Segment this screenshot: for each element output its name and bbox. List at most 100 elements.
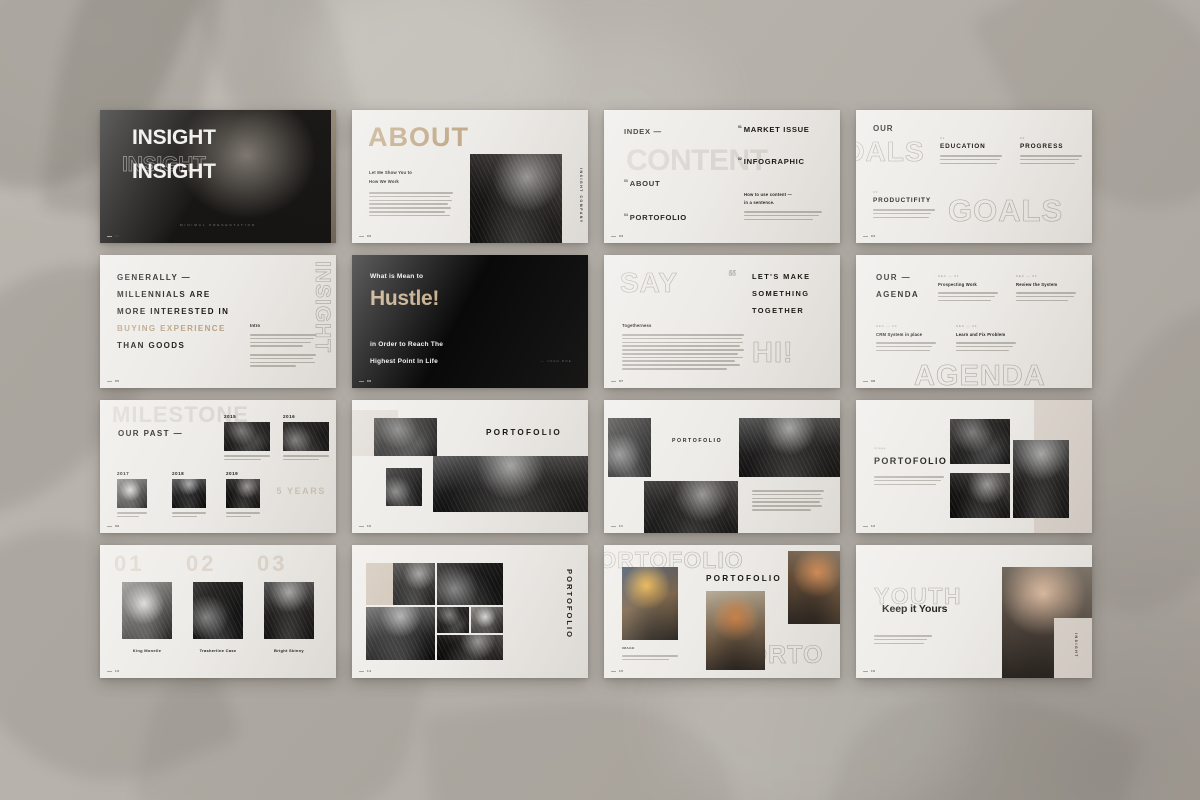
goals-item-body: [873, 209, 935, 219]
slide-goals[interactable]: GOALS GOALS OUR 01 EDUCATION 02 PROGRESS…: [856, 110, 1092, 243]
hustle-tail-line-2: Highest Point In Life: [370, 358, 438, 365]
goals-item-1[interactable]: 01 EDUCATION: [940, 136, 1002, 165]
sayhi-headline-1: LET'S MAKE: [752, 272, 811, 281]
closing-body-text: [874, 635, 932, 645]
portfolio1-photo-top: [374, 418, 437, 456]
sayhi-headline-3: TOGETHER: [752, 306, 805, 315]
hustle-headline: Hustle!: [370, 287, 440, 310]
agenda-heading-line-2: AGENDA: [876, 290, 920, 299]
milestone-entry-2019[interactable]: 2019: [226, 471, 260, 518]
about-vertical-label: INSIGHT COMPANY: [579, 168, 583, 224]
agenda-item-title: CRM System in place: [876, 332, 923, 337]
about-subtitle-line-2: How We Work: [369, 179, 399, 184]
index-item-label: PORTOFOLIO: [629, 213, 687, 222]
slide-say-hi[interactable]: SAY HI! “ LET'S MAKE SOMETHING TOGETHER …: [604, 255, 840, 388]
hustle-credit: — JOHN DOE: [540, 359, 572, 363]
index-item-4[interactable]: 04 PORTOFOLIO: [624, 213, 687, 222]
slide-portfolio-5[interactable]: PORTOFOLIO PORTO PORTOFOLIO IMAGE 15: [604, 545, 840, 678]
agenda-item-title: Prospecting Work: [938, 282, 977, 287]
milestone-entry-2015[interactable]: 2015: [224, 414, 270, 461]
team-member-name: Trasherline Case: [199, 648, 237, 653]
slide-about[interactable]: ABOUT Let Me Show You to How We Work INS…: [352, 110, 588, 243]
agenda-item-title: Learn and Fix Problem: [956, 332, 1006, 337]
portfolio4-photo-a: [393, 563, 435, 605]
index-note-line-2: in a sentence.: [744, 200, 775, 205]
agenda-item-4[interactable]: SEC — 04 Learn and Fix Problem: [956, 324, 1016, 352]
agenda-item-1[interactable]: SEC — 01 Prospecting Work: [938, 274, 998, 302]
portfolio2-photo-left: [608, 418, 651, 477]
goals-item-body: [1020, 155, 1082, 165]
page-indicator: 06: [359, 379, 372, 383]
page-indicator: 05: [107, 379, 120, 383]
index-item-label: INFOGRAPHIC: [743, 157, 805, 166]
slide-team[interactable]: 01 02 03 King Monelle Trasherline Case B…: [100, 545, 336, 678]
agenda-item-body: [1016, 292, 1076, 302]
milestone-entry-2016[interactable]: 2016: [283, 414, 329, 461]
slide-portfolio-2[interactable]: PORTOFOLIO 11: [604, 400, 840, 533]
slide-statement[interactable]: INSIGHT GENERALLY — MILLENNIALS ARE MORE…: [100, 255, 336, 388]
milestone-photo: [117, 479, 147, 508]
slide-index[interactable]: CONTENT INDEX — 01 MARKET ISSUE 02 INFOG…: [604, 110, 840, 243]
page-indicator: 08: [863, 379, 876, 383]
team-photo: [264, 582, 314, 639]
goals-ghost-word-left: GOALS: [856, 136, 925, 168]
milestone-caption: [283, 455, 329, 461]
statement-side-body-a: [250, 334, 316, 347]
portfolio4-vertical-heading: PORTOFOLIO: [565, 569, 574, 640]
team-member-3[interactable]: Bright Skinny: [264, 582, 314, 653]
slide-milestone[interactable]: MILESTONE OUR PAST — 2015 2016 2017 2018: [100, 400, 336, 533]
portfolio2-photo-right: [739, 418, 840, 477]
agenda-item-body: [876, 342, 936, 352]
page-indicator: 16: [863, 669, 876, 673]
slide-portfolio-3[interactable]: image PORTOFOLIO 12: [856, 400, 1092, 533]
agenda-item-2[interactable]: SEC — 02 Review the System: [1016, 274, 1076, 302]
milestone-entry-2018[interactable]: 2018: [172, 471, 206, 518]
team-number-3: 03: [257, 551, 288, 576]
goals-item-3[interactable]: 03 PRODUCTIFITY: [873, 190, 935, 219]
milestone-year: 2015: [224, 414, 237, 419]
index-item-1[interactable]: 01 MARKET ISSUE: [738, 125, 810, 134]
portfolio3-photo-tall: [1013, 440, 1069, 518]
goals-item-2[interactable]: 02 PROGRESS: [1020, 136, 1082, 165]
cover-title-line-1: INSIGHT: [132, 126, 216, 149]
portfolio4-tint-block: [366, 563, 393, 605]
goals-heading: OUR: [873, 124, 894, 133]
milestone-photo: [283, 422, 329, 451]
milestone-year: 2016: [283, 414, 296, 419]
index-note-body: [744, 211, 822, 221]
page-indicator: 03: [611, 234, 624, 238]
about-photo: [470, 154, 562, 243]
slide-portfolio-4[interactable]: PORTOFOLIO 14: [352, 545, 588, 678]
slide-hustle[interactable]: What is Mean to Hustle! in Order to Reac…: [352, 255, 588, 388]
milestone-entry-2017[interactable]: 2017: [117, 471, 147, 518]
portfolio3-label: image: [874, 446, 887, 450]
statement-line-1: GENERALLY —: [117, 273, 192, 282]
agenda-heading-line-1: OUR —: [876, 273, 911, 282]
slide-agenda[interactable]: AGENDA OUR — AGENDA SEC — 01 Prospecting…: [856, 255, 1092, 388]
agenda-item-3[interactable]: SEC — 03 CRM System in place: [876, 324, 936, 352]
statement-line-3: MORE INTERESTED IN: [117, 307, 230, 316]
portfolio5-body-text: [622, 655, 678, 661]
portfolio4-photo-d: [437, 607, 469, 633]
portfolio3-photo-bottom: [950, 473, 1010, 518]
agenda-item-body: [938, 292, 998, 302]
sayhi-ghost-word-bottom: HI!: [752, 337, 794, 370]
index-item-2[interactable]: 02 INFOGRAPHIC: [738, 157, 805, 166]
portfolio5-label: IMAGE: [622, 646, 635, 650]
page-indicator: 14: [359, 669, 372, 673]
milestone-year: 2017: [117, 471, 130, 476]
milestone-year: 2019: [226, 471, 239, 476]
team-member-1[interactable]: King Monelle: [122, 582, 172, 653]
slide-cover[interactable]: INSIGHT INSIGHT INSIGHT MINIMAL PRESENTA…: [100, 110, 336, 243]
page-indicator: 10: [359, 524, 372, 528]
page-indicator: 09: [107, 524, 120, 528]
index-item-label: MARKET ISSUE: [743, 125, 810, 134]
index-heading: INDEX —: [624, 127, 662, 136]
slide-portfolio-1[interactable]: PORTOFOLIO 10: [352, 400, 588, 533]
page-indicator: 11: [611, 524, 623, 528]
index-item-3[interactable]: 03 ABOUT: [624, 179, 660, 188]
index-item-number: 02: [738, 157, 742, 161]
slide-closing[interactable]: YOUTH INSIGHT Keep it Yours 16: [856, 545, 1092, 678]
portfolio5-heading: PORTOFOLIO: [706, 574, 782, 583]
team-member-2[interactable]: Trasherline Case: [193, 582, 243, 653]
